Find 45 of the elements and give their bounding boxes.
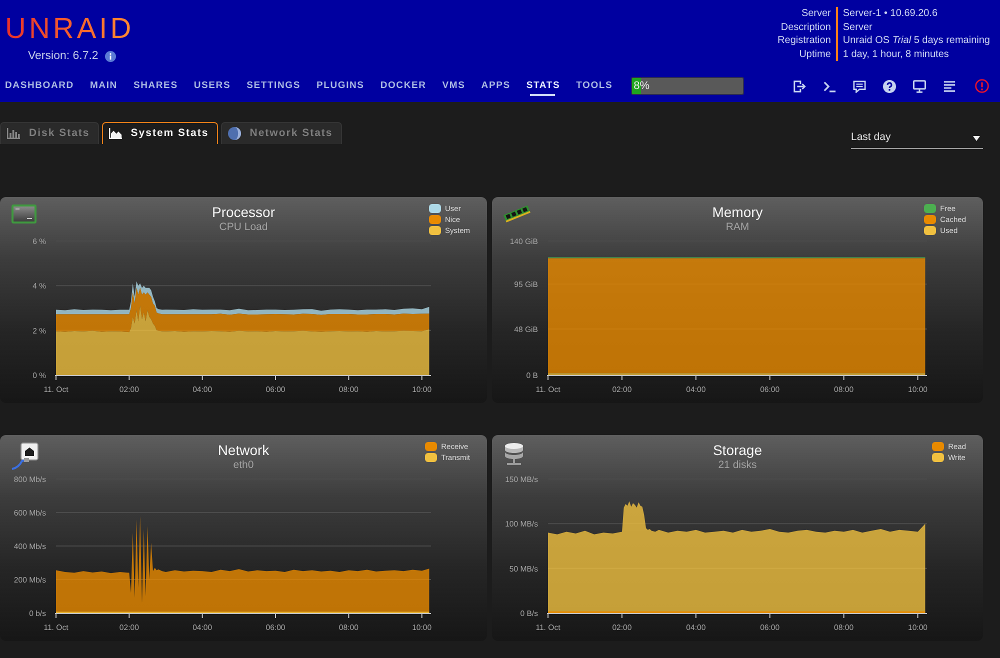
pie-chart-icon bbox=[228, 127, 241, 140]
nav-link[interactable]: DOCKER bbox=[380, 76, 426, 96]
tab[interactable]: System Stats bbox=[102, 122, 218, 144]
terminal-icon[interactable] bbox=[823, 80, 836, 92]
range-select[interactable]: Last day bbox=[851, 128, 983, 149]
alert-icon[interactable] bbox=[975, 79, 989, 93]
area-chart-icon bbox=[108, 128, 122, 139]
nav-link[interactable]: PLUGINS bbox=[316, 76, 364, 96]
caret-icon bbox=[973, 136, 980, 140]
info-value: Unraid OS Trial 5 days remaining bbox=[836, 34, 990, 48]
chart-title: Network bbox=[218, 442, 270, 459]
info-value: 1 day, 1 hour, 8 minutes bbox=[836, 48, 990, 61]
nav-link[interactable]: DASHBOARD bbox=[5, 76, 74, 96]
list-icon[interactable] bbox=[943, 80, 956, 92]
network-port-icon bbox=[11, 442, 39, 470]
info-label: Registration bbox=[778, 34, 832, 48]
nav-link[interactable]: SHARES bbox=[133, 76, 178, 96]
chart-title: Processor bbox=[212, 204, 276, 221]
chart-subtitle: CPU Load bbox=[218, 221, 269, 234]
nav-link[interactable]: APPS bbox=[481, 76, 510, 96]
info-value: Server bbox=[836, 20, 990, 34]
logout-icon[interactable] bbox=[793, 80, 806, 92]
info-value: Server-1 • 10.69.20.6 bbox=[836, 7, 990, 20]
chart-subtitle: eth0 bbox=[232, 459, 255, 472]
chart-title: Storage bbox=[712, 442, 762, 459]
info-label: Description bbox=[780, 20, 832, 34]
monitor-icon[interactable] bbox=[913, 80, 926, 92]
nav-link[interactable]: SETTINGS bbox=[246, 76, 300, 96]
chip-icon bbox=[11, 204, 37, 224]
nav-link[interactable]: USERS bbox=[194, 76, 231, 96]
info-label: Uptime bbox=[798, 48, 832, 61]
help-icon[interactable] bbox=[883, 80, 896, 92]
load-reading: 8% bbox=[634, 79, 650, 94]
bar-chart-icon bbox=[7, 128, 20, 139]
version-text: Version: 6.7.2 bbox=[28, 50, 98, 62]
chart-subtitle: 21 disks bbox=[717, 459, 758, 472]
nav-link[interactable]: MAIN bbox=[90, 76, 118, 96]
nav-link[interactable]: TOOLS bbox=[576, 76, 613, 96]
chart-title: Memory bbox=[712, 204, 763, 221]
database-icon bbox=[503, 442, 525, 466]
nav-link[interactable]: VMS bbox=[442, 76, 466, 96]
comment-icon[interactable] bbox=[853, 80, 866, 92]
chart-subtitle: RAM bbox=[724, 221, 750, 234]
info-label: Server bbox=[800, 7, 832, 20]
info-icon[interactable] bbox=[105, 50, 116, 62]
